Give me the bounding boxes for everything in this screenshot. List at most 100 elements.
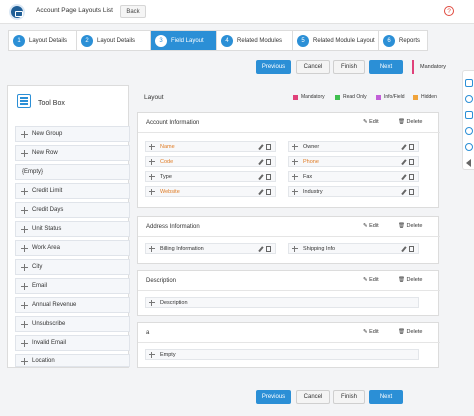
toolbox-item[interactable]: New Group [15, 126, 130, 142]
toolbox-item[interactable]: Unsubscribe [15, 316, 130, 332]
step-number: 3 [155, 34, 167, 47]
wizard-steps: 1 Layout Details 2 Layout Details 3 Fiel… [8, 30, 428, 51]
toolbox-item[interactable]: Unit Status [15, 221, 130, 237]
pencil-icon[interactable] [258, 159, 263, 165]
field-code[interactable]: Code [145, 156, 276, 167]
page-title: Account Page Layouts List [36, 7, 113, 14]
toolbox-item[interactable]: Credit Limit [15, 183, 130, 199]
trash-icon[interactable] [266, 144, 271, 150]
delete-icon: 🗑 [398, 223, 407, 229]
move-icon [292, 246, 298, 252]
section-delete-button[interactable]: 🗑 Delete [398, 119, 422, 125]
move-icon [21, 188, 28, 195]
field-phone[interactable]: Phone [288, 156, 419, 167]
legend-mandatory: Mandatory [293, 94, 325, 100]
cloud-icon[interactable] [465, 143, 473, 151]
trash-icon[interactable] [266, 189, 271, 195]
toolbox-item[interactable]: Invalid Email [15, 335, 130, 351]
toolbox-item[interactable]: Location [15, 354, 130, 367]
toolbox-item-label: New Group [32, 131, 63, 137]
field-billing-information[interactable]: Billing Information [145, 243, 276, 254]
toolbox-item[interactable]: Annual Revenue [15, 297, 130, 313]
alarm-icon[interactable] [465, 127, 473, 135]
toolbox-item[interactable]: Work Area [15, 240, 130, 256]
field-tools [401, 159, 415, 165]
trash-icon[interactable] [409, 144, 414, 150]
move-icon [149, 144, 155, 150]
legend-info-field: Info/Field [376, 94, 405, 100]
field-fax[interactable]: Fax [288, 171, 419, 182]
pencil-icon[interactable] [401, 159, 406, 165]
pencil-icon[interactable] [401, 174, 406, 180]
step-label: Field Layout [171, 37, 204, 44]
move-icon [149, 174, 155, 180]
section-edit-button[interactable]: ✎ Edit [363, 223, 379, 229]
field-shipping-info[interactable]: Shipping Info [288, 243, 419, 254]
previous-button-bottom[interactable]: Previous [256, 390, 291, 404]
step-reports[interactable]: 6 Reports [378, 30, 428, 51]
step-label: Layout Details [97, 37, 136, 44]
finish-button-top[interactable]: Finish [333, 60, 365, 74]
pencil-icon[interactable] [401, 144, 406, 150]
toolbox-item[interactable]: {Empty} [15, 164, 130, 180]
pencil-icon[interactable] [258, 189, 263, 195]
pencil-icon[interactable] [258, 246, 263, 252]
field-industry[interactable]: Industry [288, 186, 419, 197]
section-delete-button[interactable]: 🗑 Delete [398, 277, 422, 283]
trash-icon[interactable] [409, 189, 414, 195]
pencil-icon[interactable] [401, 189, 406, 195]
field-tools [258, 174, 272, 180]
step-layout-details-2[interactable]: 2 Layout Details [76, 30, 150, 51]
help-icon[interactable]: ? [444, 6, 454, 16]
section-edit-button[interactable]: ✎ Edit [363, 329, 379, 335]
field-owner[interactable]: Owner [288, 141, 419, 152]
move-icon [292, 189, 298, 195]
section-edit-button[interactable]: ✎ Edit [363, 119, 379, 125]
toolbox-item-label: Email [32, 283, 48, 289]
trash-icon[interactable] [266, 246, 271, 252]
history-icon[interactable] [465, 95, 473, 103]
next-button-bottom[interactable]: Next [369, 390, 403, 404]
section-edit-button[interactable]: ✎ Edit [363, 277, 379, 283]
move-icon [149, 352, 155, 358]
field-website[interactable]: Website [145, 186, 276, 197]
pencil-icon[interactable] [258, 174, 263, 180]
field-name[interactable]: Name [145, 141, 276, 152]
move-icon [149, 189, 155, 195]
field-empty[interactable]: Empty [145, 349, 419, 360]
toolbox-item[interactable]: Credit Days [15, 202, 130, 218]
pencil-icon[interactable] [401, 246, 406, 252]
step-layout-details[interactable]: 1 Layout Details [8, 30, 76, 51]
toolbox-item-label: {Empty} [22, 169, 44, 175]
field-description[interactable]: Description [145, 297, 419, 308]
trash-icon[interactable] [409, 159, 414, 165]
move-icon [21, 226, 28, 233]
edit-icon[interactable] [465, 111, 473, 119]
trash-icon[interactable] [409, 246, 414, 252]
previous-button-top[interactable]: Previous [256, 60, 291, 74]
field-type[interactable]: Type [145, 171, 276, 182]
next-button-top[interactable]: Next [369, 60, 403, 74]
field-tools [401, 174, 415, 180]
section-delete-button[interactable]: 🗑 Delete [398, 329, 422, 335]
cancel-button-bottom[interactable]: Cancel [296, 390, 330, 404]
finish-button-bottom[interactable]: Finish [333, 390, 365, 404]
step-related-modules[interactable]: 4 Related Modules [216, 30, 292, 51]
step-field-layout[interactable]: 3 Field Layout [150, 30, 216, 51]
collapse-icon[interactable] [466, 159, 471, 167]
trash-icon[interactable] [409, 174, 414, 180]
back-button[interactable]: Back [120, 5, 146, 18]
toolbox-item[interactable]: New Row [15, 145, 130, 161]
cancel-button-top[interactable]: Cancel [296, 60, 330, 74]
step-label: Related Modules [237, 37, 283, 44]
move-icon [21, 131, 28, 138]
trash-icon[interactable] [266, 159, 271, 165]
section-delete-button[interactable]: 🗑 Delete [398, 223, 422, 229]
toolbox-item-label: City [32, 264, 43, 270]
trash-icon[interactable] [266, 174, 271, 180]
document-icon[interactable] [465, 79, 473, 87]
step-related-module-layout[interactable]: 5 Related Module Layout [292, 30, 378, 51]
toolbox-item[interactable]: City [15, 259, 130, 275]
toolbox-item[interactable]: Email [15, 278, 130, 294]
pencil-icon[interactable] [258, 144, 263, 150]
